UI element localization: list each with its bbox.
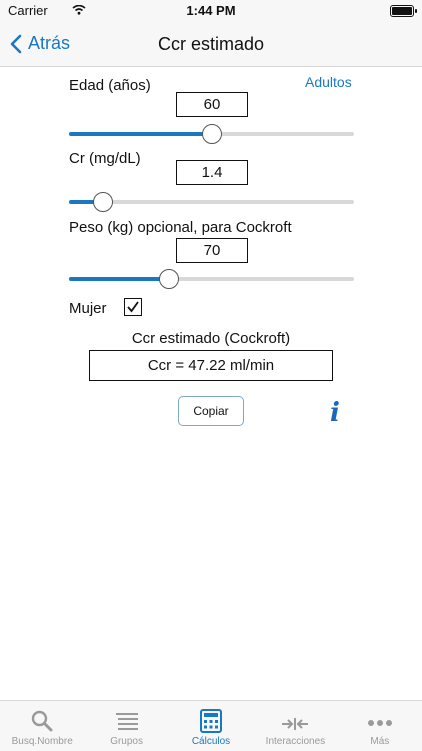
age-input[interactable]: 60: [176, 92, 248, 117]
page-title: Ccr estimado: [157, 34, 265, 54]
slider-thumb[interactable]: [158, 269, 179, 289]
calculator-icon: [200, 709, 223, 733]
female-label: Mujer: [69, 300, 107, 317]
tab-bar: Busq.Nombre Grupos Cálculos Interaccione…: [0, 700, 422, 751]
tab-interacciones[interactable]: Interacciones: [253, 701, 337, 751]
tab-label: Cálculos: [191, 736, 231, 747]
female-checkbox[interactable]: [124, 298, 142, 316]
tab-label: Busq.Nombre: [11, 736, 73, 747]
result-value: Ccr = 47.22 ml/min: [89, 350, 333, 381]
copy-button[interactable]: Copiar: [178, 396, 244, 426]
tab-mas[interactable]: Más: [338, 701, 422, 751]
slider-fill: [69, 132, 212, 136]
search-icon: [32, 710, 53, 732]
age-label: Edad (años): [69, 77, 151, 94]
info-icon[interactable]: i: [330, 398, 340, 428]
slider-thumb[interactable]: [93, 192, 114, 212]
battery-icon: [390, 5, 417, 17]
navigation-bar: Atrás Ccr estimado: [0, 22, 422, 67]
tab-label: Grupos: [110, 736, 143, 747]
list-icon: [115, 713, 138, 730]
status-bar: Carrier 1:44 PM: [0, 0, 422, 22]
slider-thumb[interactable]: [201, 124, 222, 144]
tab-grupos[interactable]: Grupos: [84, 701, 168, 751]
weight-slider[interactable]: [69, 269, 354, 289]
checkmark-icon: [127, 301, 139, 313]
tab-busq-nombre[interactable]: Busq.Nombre: [0, 701, 84, 751]
adults-link[interactable]: Adultos: [305, 74, 352, 90]
arrows-icon: [282, 718, 309, 730]
weight-label: Peso (kg) opcional, para Cockroft: [69, 219, 292, 236]
cr-slider[interactable]: [69, 192, 354, 212]
cr-label: Cr (mg/dL): [69, 150, 141, 167]
tab-label: Interacciones: [265, 736, 326, 747]
weight-input[interactable]: 70: [176, 238, 248, 263]
age-slider[interactable]: [69, 124, 354, 144]
tab-label: Más: [370, 736, 390, 747]
slider-fill: [69, 277, 169, 281]
cr-input[interactable]: 1.4: [176, 160, 248, 185]
more-icon: [367, 720, 392, 726]
tab-calculos[interactable]: Cálculos: [169, 701, 253, 751]
clock: 1:44 PM: [186, 3, 236, 18]
result-title: Ccr estimado (Cockroft): [131, 330, 291, 347]
